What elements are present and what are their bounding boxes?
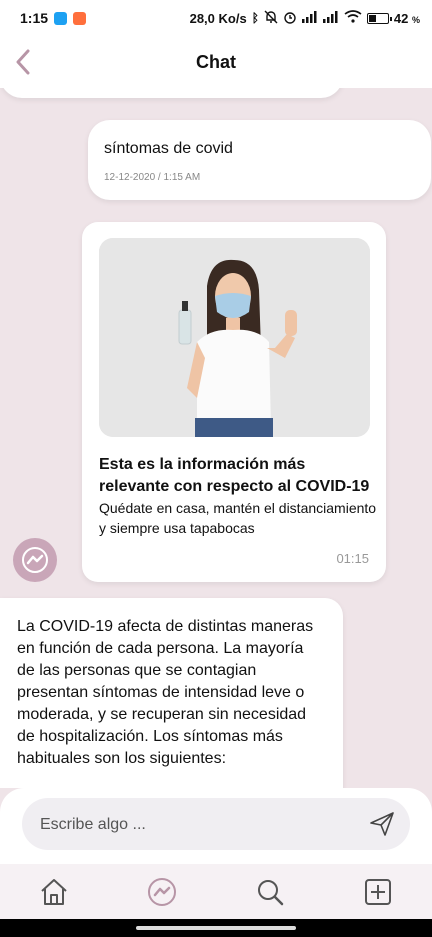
chevron-left-icon[interactable]: [6, 44, 40, 80]
chat-icon[interactable]: [144, 874, 180, 910]
battery-percent: 42 %: [393, 10, 420, 26]
info-card: Esta es la información más relevante con…: [82, 222, 386, 582]
message-input-box[interactable]: [22, 798, 410, 852]
notification-app-icon: [73, 11, 87, 25]
search-icon[interactable]: [252, 874, 288, 910]
battery-icon: [366, 12, 392, 24]
system-nav-bar: [0, 919, 432, 937]
add-icon[interactable]: [360, 874, 396, 910]
card-title: Esta es la información más relevante con…: [99, 456, 370, 495]
previous-message-bubble: [0, 88, 343, 98]
card-time: 01:15: [336, 551, 369, 566]
message-input[interactable]: [38, 798, 352, 852]
header: Chat: [0, 36, 432, 88]
user-message-bubble: síntomas de covid 12-12-2020 / 1:15 AM: [88, 120, 431, 200]
mute-icon: [264, 10, 278, 27]
covid-info-image: [99, 238, 370, 437]
send-icon[interactable]: [368, 810, 396, 838]
clock: 1:15: [20, 10, 49, 26]
bot-message-bubble: La COVID-19 afecta de distintas maneras …: [0, 598, 343, 788]
composer: [0, 788, 432, 864]
chat-area[interactable]: síntomas de covid 12-12-2020 / 1:15 AM E…: [0, 88, 432, 788]
page-title: Chat: [196, 51, 236, 72]
status-bar: 1:15 28,0 Ko/s ᛒ 42 %: [0, 0, 432, 36]
signal-icon: [322, 10, 339, 26]
status-left: 1:15: [0, 10, 87, 26]
bluetooth-icon: ᛒ: [251, 11, 259, 25]
status-right: 28,0 Ko/s ᛒ 42 %: [190, 10, 432, 27]
wifi-icon: [344, 10, 362, 26]
user-message-time: 12-12-2020 / 1:15 AM: [104, 172, 201, 183]
bottom-nav: [0, 864, 432, 919]
alarm-icon: [283, 10, 297, 27]
signal-icon: [301, 10, 318, 26]
twitter-icon: [54, 11, 68, 25]
user-message-text: síntomas de covid: [104, 140, 233, 157]
bot-avatar: [13, 538, 57, 582]
home-icon[interactable]: [36, 874, 72, 910]
home-indicator[interactable]: [136, 926, 296, 930]
card-body: Quédate en casa, mantén el distanciamien…: [99, 500, 377, 536]
bot-message-text: La COVID-19 afecta de distintas maneras …: [17, 618, 314, 767]
net-speed: 28,0 Ko/s: [189, 10, 247, 26]
